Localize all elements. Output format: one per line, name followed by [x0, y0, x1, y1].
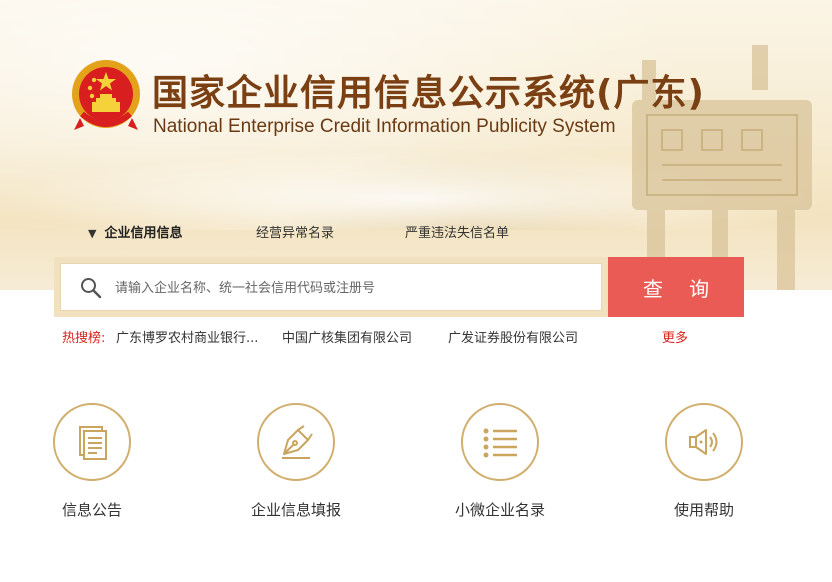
- hot-search-more-link[interactable]: 更多: [662, 327, 688, 346]
- tab-label: 企业信用信息: [104, 226, 183, 241]
- service-icon-circle: [665, 403, 743, 481]
- speaker-icon: [689, 429, 718, 455]
- service-info-announcement[interactable]: 信息公告: [12, 403, 172, 520]
- page-title: 国家企业信用信息公示系统(广东): [152, 73, 705, 114]
- service-label: 小微企业名录: [454, 501, 545, 519]
- header-banner: 国家企业信用信息公示系统(广东) National Enterprise Cre…: [0, 0, 832, 290]
- hot-search-item[interactable]: 广东博罗农村商业银行...: [116, 327, 258, 346]
- search-bar: 查 询: [54, 257, 744, 317]
- list-icon: [483, 428, 517, 458]
- service-icon-circle: [461, 403, 539, 481]
- service-enterprise-report[interactable]: 企业信息填报: [216, 403, 376, 520]
- service-label: 企业信息填报: [250, 501, 341, 519]
- search-button[interactable]: 查 询: [608, 257, 744, 317]
- search-icon: [81, 278, 102, 299]
- service-small-micro-directory[interactable]: 小微企业名录: [420, 403, 580, 520]
- tab-label: 经营异常名录: [256, 226, 335, 241]
- service-label: 信息公告: [61, 501, 122, 519]
- service-help[interactable]: 使用帮助: [624, 403, 784, 520]
- service-label: 使用帮助: [673, 501, 734, 519]
- hot-search-item[interactable]: 中国广核集团有限公司: [282, 327, 412, 346]
- tab-label: 严重违法失信名单: [405, 226, 510, 241]
- pen-nib-icon: [282, 425, 313, 459]
- hot-search-item[interactable]: 广发证券股份有限公司: [448, 327, 578, 346]
- tab-serious-violation-list[interactable]: 严重违法失信名单: [405, 222, 509, 241]
- document-icon: [79, 426, 107, 460]
- tab-enterprise-credit[interactable]: ▼ 企业信用信息: [88, 222, 182, 241]
- page-subtitle: National Enterprise Credit Information P…: [153, 116, 616, 137]
- search-box: [60, 263, 602, 311]
- tab-abnormal-list[interactable]: 经营异常名录: [256, 222, 334, 241]
- national-emblem-icon: [72, 60, 140, 130]
- bronze-ding-icon: [632, 45, 812, 290]
- hot-search-label: 热搜榜:: [62, 331, 106, 346]
- caret-down-icon: ▼: [88, 227, 97, 240]
- service-icon-circle: [257, 403, 335, 481]
- service-icon-circle: [53, 403, 131, 481]
- search-input[interactable]: [115, 272, 585, 304]
